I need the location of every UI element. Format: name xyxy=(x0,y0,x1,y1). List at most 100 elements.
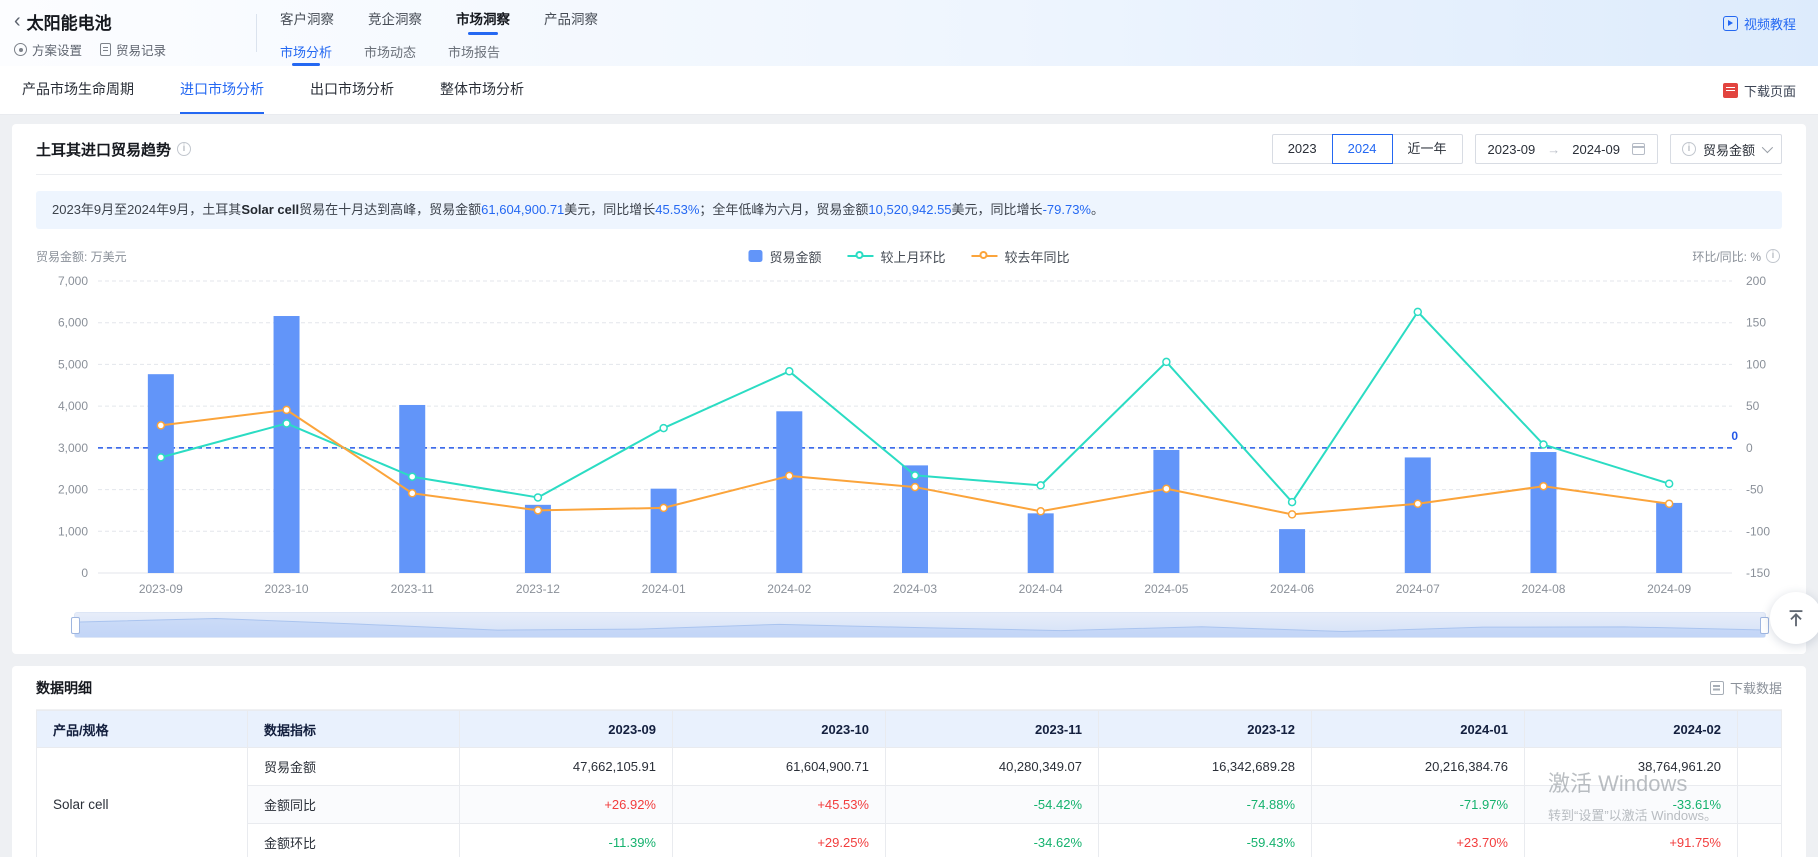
analysis-subnav: 产品市场生命周期 进口市场分析 出口市场分析 整体市场分析 下载页面 xyxy=(0,66,1818,115)
svg-text:2024-04: 2024-04 xyxy=(1019,582,1063,596)
table-column-header: 产品/规格 xyxy=(37,711,248,748)
tab-customer-insight[interactable]: 客户洞察 xyxy=(278,8,336,28)
chart-datazoom-slider[interactable] xyxy=(74,612,1766,638)
bar-2023-12 xyxy=(525,505,551,573)
legend-label: 较去年同比 xyxy=(1005,247,1070,266)
download-data-button[interactable]: 下载数据 xyxy=(1710,678,1782,697)
tab-market-report[interactable]: 市场报告 xyxy=(446,42,502,61)
metric-select-value: 贸易金额 xyxy=(1703,140,1755,159)
pdf-icon xyxy=(1723,83,1738,98)
trade-records-button[interactable]: 贸易记录 xyxy=(100,40,166,59)
bar-2023-10 xyxy=(274,316,300,573)
nav-import-market-analysis[interactable]: 进口市场分析 xyxy=(180,66,264,114)
table-column-header-stub xyxy=(1738,711,1782,748)
svg-text:0: 0 xyxy=(1731,429,1738,443)
year-2023-button[interactable]: 2023 xyxy=(1272,134,1333,164)
svg-text:1,000: 1,000 xyxy=(58,524,88,538)
left-axis-caption: 贸易金额: 万美元 xyxy=(36,248,127,265)
summary-text-part: 美元，同比增长 xyxy=(952,200,1043,220)
top-header: ‹ 太阳能电池 方案设置 贸易记录 客户洞察 竞企洞察 市场洞察 产品洞察 市场… xyxy=(0,0,1818,66)
calendar-icon xyxy=(1632,143,1645,155)
metric-label-cell: 金额同比 xyxy=(248,786,460,824)
svg-text:2023-10: 2023-10 xyxy=(265,582,309,596)
head-separator xyxy=(36,174,1782,175)
trade-trend-chart: 01,0002,0003,0004,0005,0006,0007,000-150… xyxy=(36,267,1806,601)
svg-text:2024-03: 2024-03 xyxy=(893,582,937,596)
summary-text-part: 美元，同比增长 xyxy=(564,200,655,220)
chart-header: 贸易金额: 万美元 贸易金额 较上月环比 较去年同比 环比/同比: % i xyxy=(36,245,1782,267)
table-value-cell: 40,280,349.07 xyxy=(886,748,1099,786)
tab-competitor-insight[interactable]: 竞企洞察 xyxy=(366,8,424,28)
tab-product-insight[interactable]: 产品洞察 xyxy=(542,8,600,28)
datazoom-shadow xyxy=(75,613,1765,637)
video-tutorial-link[interactable]: 视频教程 xyxy=(1723,14,1796,33)
datazoom-right-handle[interactable] xyxy=(1760,617,1769,634)
table-value-cell: -74.88% xyxy=(1099,786,1312,824)
svg-text:2024-07: 2024-07 xyxy=(1396,582,1440,596)
info-icon[interactable]: i xyxy=(177,142,191,156)
trade-records-label: 贸易记录 xyxy=(116,40,166,59)
table-value-cell-stub xyxy=(1738,824,1782,857)
back-to-top-button[interactable] xyxy=(1770,592,1818,644)
table-value-cell-stub xyxy=(1738,748,1782,786)
main-content: 土耳其进口贸易趋势 i 2023 2024 近一年 2023-09 → 2024… xyxy=(0,115,1818,857)
info-icon[interactable]: i xyxy=(1766,249,1780,263)
back-to-top-icon xyxy=(1785,607,1807,629)
svg-text:2024-02: 2024-02 xyxy=(767,582,811,596)
table-column-header: 2023-12 xyxy=(1099,711,1312,748)
metric-label-cell: 金额环比 xyxy=(248,824,460,857)
nav-export-market-analysis[interactable]: 出口市场分析 xyxy=(310,66,394,114)
svg-text:2024-01: 2024-01 xyxy=(642,582,686,596)
bar-2024-03 xyxy=(902,465,928,573)
detail-card-head: 数据明细 下载数据 xyxy=(36,666,1782,710)
table-value-cell: -71.97% xyxy=(1312,786,1525,824)
nav-product-lifecycle[interactable]: 产品市场生命周期 xyxy=(22,66,134,114)
back-icon[interactable]: ‹ xyxy=(14,11,21,31)
bar-2024-04 xyxy=(1028,513,1054,573)
bar-2024-01 xyxy=(651,489,677,573)
table-value-cell: -34.62% xyxy=(886,824,1099,857)
date-range-start: 2023-09 xyxy=(1488,142,1536,157)
download-page-button[interactable]: 下载页面 xyxy=(1723,66,1796,114)
trend-controls: 2023 2024 近一年 2023-09 → 2024-09 i 贸易金额 xyxy=(1272,134,1782,164)
legend-mom[interactable]: 较上月环比 xyxy=(847,247,945,266)
nav-overall-market-analysis[interactable]: 整体市场分析 xyxy=(440,66,524,114)
datazoom-left-handle[interactable] xyxy=(71,617,80,634)
video-play-icon xyxy=(1723,16,1738,31)
tab-market-analysis[interactable]: 市场分析 xyxy=(278,42,334,61)
table-value-cell: -59.43% xyxy=(1099,824,1312,857)
line-legend-icon xyxy=(972,251,998,261)
svg-text:50: 50 xyxy=(1746,399,1760,413)
arrow-right-icon: → xyxy=(1547,142,1560,157)
svg-text:-100: -100 xyxy=(1746,524,1770,538)
svg-text:150: 150 xyxy=(1746,316,1766,330)
metric-select[interactable]: i 贸易金额 xyxy=(1670,134,1782,164)
table-column-header: 2024-01 xyxy=(1312,711,1525,748)
recent-year-button[interactable]: 近一年 xyxy=(1392,134,1463,164)
data-detail-card: 数据明细 下载数据 产品/规格数据指标2023-092023-102023-11… xyxy=(12,666,1806,857)
summary-text-part: 。 xyxy=(1091,200,1104,220)
table-value-cell: -33.61% xyxy=(1525,786,1738,824)
tab-market-insight[interactable]: 市场洞察 xyxy=(454,8,512,28)
excel-icon xyxy=(1710,681,1724,695)
scheme-settings-button[interactable]: 方案设置 xyxy=(14,40,82,59)
legend-yoy[interactable]: 较去年同比 xyxy=(972,247,1070,266)
table-row: Solar cell贸易金额47,662,105.9161,604,900.71… xyxy=(37,748,1782,786)
svg-text:100: 100 xyxy=(1746,357,1766,371)
year-2024-button[interactable]: 2024 xyxy=(1332,134,1393,164)
legend-trade-amount[interactable]: 贸易金额 xyxy=(748,247,821,266)
table-column-header: 2023-10 xyxy=(673,711,886,748)
tab-market-dynamics[interactable]: 市场动态 xyxy=(362,42,418,61)
bar-2024-07 xyxy=(1405,457,1431,573)
detail-title: 数据明细 xyxy=(36,678,92,698)
chart-legend: 贸易金额 较上月环比 较去年同比 xyxy=(748,247,1069,266)
date-range-picker[interactable]: 2023-09 → 2024-09 xyxy=(1475,134,1658,164)
product-cell: Solar cell xyxy=(37,748,248,857)
download-data-label: 下载数据 xyxy=(1730,678,1782,697)
summary-text-part: 45.53% xyxy=(655,200,699,220)
header-left: ‹ 太阳能电池 方案设置 贸易记录 xyxy=(0,0,256,66)
summary-text-part: -79.73% xyxy=(1043,200,1091,220)
svg-text:200: 200 xyxy=(1746,274,1766,288)
bar-2024-06 xyxy=(1279,529,1305,573)
table-column-header: 2024-02 xyxy=(1525,711,1738,748)
